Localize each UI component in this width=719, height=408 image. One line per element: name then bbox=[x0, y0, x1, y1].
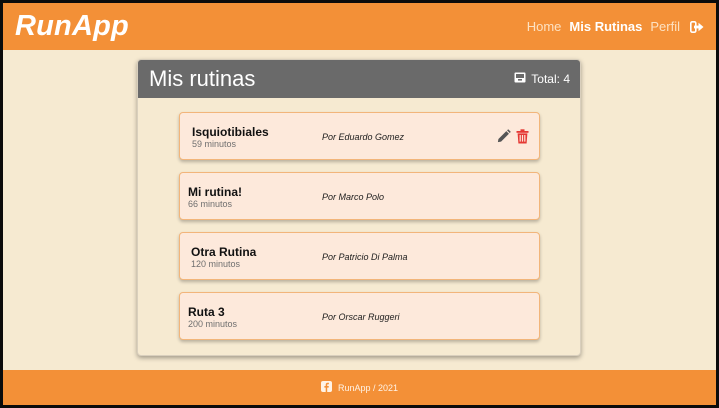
routine-name: Isquiotibiales bbox=[192, 125, 269, 139]
card-header: Mis rutinas Total: 4 bbox=[138, 60, 580, 98]
routine-item[interactable]: Otra Rutina 120 minutos Por Patricio Di … bbox=[179, 232, 540, 280]
page-title: Mis rutinas bbox=[149, 66, 256, 91]
routine-author: Por Orscar Ruggeri bbox=[322, 312, 400, 322]
routine-duration: 200 minutos bbox=[188, 319, 238, 329]
nav-home-link[interactable]: Home bbox=[527, 19, 562, 34]
inbox-icon bbox=[514, 72, 526, 86]
top-navbar: RunApp Home Mis Rutinas Perfil bbox=[3, 3, 716, 50]
sign-out-icon[interactable] bbox=[690, 20, 704, 33]
pencil-icon[interactable] bbox=[496, 129, 511, 144]
routine-duration: 59 minutos bbox=[192, 139, 237, 149]
routine-item[interactable]: Isquiotibiales 59 minutos Por Eduardo Go… bbox=[179, 112, 540, 160]
routine-author: Por Marco Polo bbox=[322, 192, 385, 202]
routine-author: Por Eduardo Gomez bbox=[322, 132, 405, 142]
routine-name: Ruta 3 bbox=[188, 305, 225, 319]
routines-card: Mis rutinas Total: 4 Isquiotibiales 59 m… bbox=[137, 59, 581, 356]
routine-duration: 120 minutos bbox=[191, 259, 241, 269]
routine-name: Mi rutina! bbox=[188, 185, 242, 199]
nav-routines-link[interactable]: Mis Rutinas bbox=[569, 19, 642, 34]
total-count: Total: 4 bbox=[514, 72, 570, 86]
brand-logo[interactable]: RunApp bbox=[15, 10, 129, 43]
footer-text: RunApp / 2021 bbox=[337, 382, 399, 393]
total-label: Total: 4 bbox=[531, 72, 570, 86]
facebook-icon[interactable] bbox=[320, 381, 332, 394]
routine-duration: 66 minutos bbox=[188, 199, 233, 209]
routine-actions bbox=[496, 129, 529, 144]
routine-name: Otra Rutina bbox=[191, 245, 257, 259]
page-footer: RunApp / 2021 bbox=[3, 370, 716, 405]
nav-links: Home Mis Rutinas Perfil bbox=[527, 19, 704, 34]
routine-author: Por Patricio Di Palma bbox=[322, 252, 408, 262]
routine-item[interactable]: Ruta 3 200 minutos Por Orscar Ruggeri bbox=[179, 292, 540, 340]
routine-item[interactable]: Mi rutina! 66 minutos Por Marco Polo bbox=[179, 172, 540, 220]
nav-profile-link[interactable]: Perfil bbox=[650, 19, 680, 34]
app-frame: RunApp Home Mis Rutinas Perfil Mis rutin… bbox=[3, 3, 716, 405]
trash-icon[interactable] bbox=[516, 129, 529, 144]
